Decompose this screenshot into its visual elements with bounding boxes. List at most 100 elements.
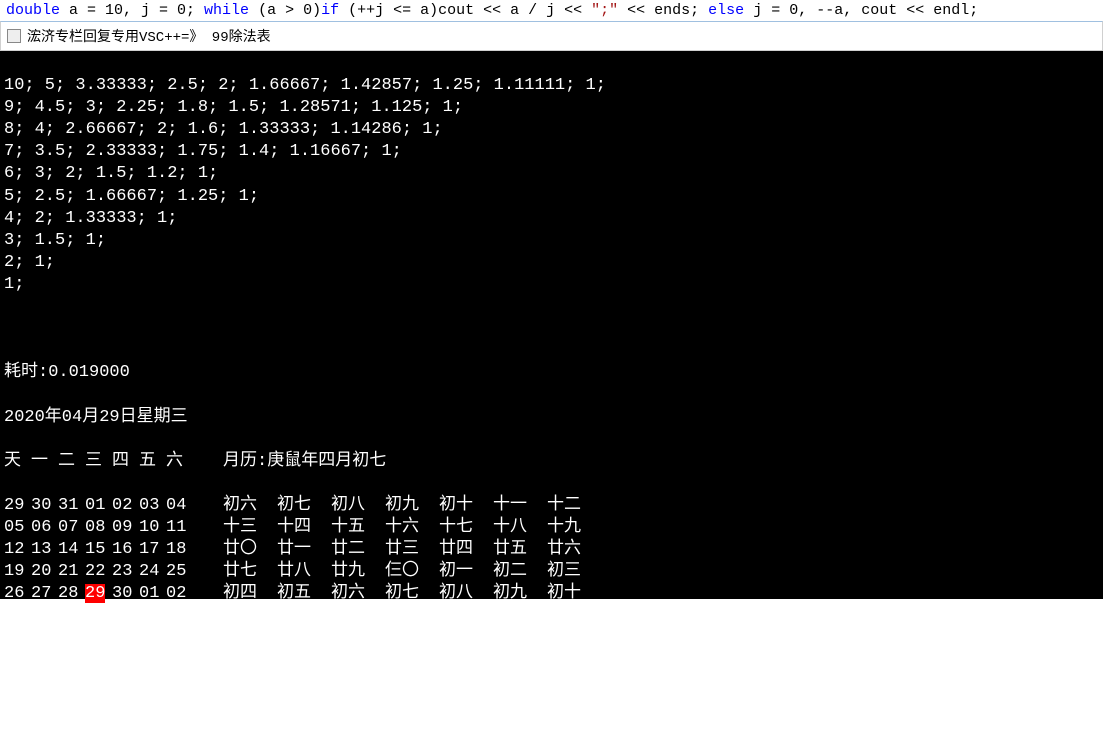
window-title: 浤济专栏回复专用VSC++=》 99除法表: [27, 26, 271, 46]
day-cell: 30: [31, 495, 58, 517]
blank-line: [4, 318, 1099, 340]
day-cell: 17: [139, 539, 166, 561]
calendar-row: 26272829300102初四初五初六初七初八初九初十: [4, 583, 1099, 605]
lunar-cell: 十二: [277, 605, 331, 627]
day-cell: 05: [58, 605, 85, 627]
output-line: 5; 2.5; 1.66667; 1.25; 1;: [4, 186, 1099, 208]
keyword-if: if: [321, 2, 339, 19]
lunar-cell: 十七: [547, 605, 601, 627]
lunar-cell: 十一: [223, 605, 277, 627]
lunar-cell: 初五: [277, 583, 331, 605]
day-cell: 06: [31, 517, 58, 539]
lunar-cell: 十四: [385, 605, 439, 627]
calendar-header: 天一二三四五六月历:庚鼠年四月初七: [4, 451, 1099, 473]
output-line: 8; 4; 2.66667; 2; 1.6; 1.33333; 1.14286;…: [4, 119, 1099, 141]
code-snippet: double a = 10, j = 0; while (a > 0)if (+…: [0, 0, 1103, 21]
lunar-cell: 廿八: [277, 561, 331, 583]
output-line: 7; 3.5; 2.33333; 1.75; 1.4; 1.16667; 1;: [4, 141, 1099, 163]
day-cell: 24: [139, 561, 166, 583]
day-cell: 26: [4, 583, 31, 605]
lunar-cell: 初六: [223, 495, 277, 517]
lunar-cell: 初八: [439, 583, 493, 605]
calendar-row: 12131415161718廿〇廿一廿二廿三廿四廿五廿六: [4, 539, 1099, 561]
calendar-row: 19202122232425廿七廿八廿九仨〇初一初二初三: [4, 561, 1099, 583]
day-cell: 08: [139, 605, 166, 627]
output-line: 6; 3; 2; 1.5; 1.2; 1;: [4, 163, 1099, 185]
lunar-cell: 十六: [385, 517, 439, 539]
lunar-cell: 十一: [493, 495, 547, 517]
calendar-row: 03040506070809十一十二十三十四十五十六十七: [4, 605, 1099, 627]
weekday-cell: 四: [112, 451, 139, 473]
day-cell: 01: [139, 583, 166, 605]
blank-line-2: [4, 650, 1099, 672]
day-cell: 09: [166, 605, 193, 627]
app-icon: [7, 29, 21, 43]
output-line: 2; 1;: [4, 252, 1099, 274]
day-cell: 15: [85, 539, 112, 561]
day-cell: 16: [112, 539, 139, 561]
day-cell: 31: [58, 495, 85, 517]
lunar-cell: 十六: [493, 605, 547, 627]
elapsed-time: 耗时:0.019000: [4, 362, 1099, 384]
day-cell: 08: [85, 517, 112, 539]
day-cell: 21: [58, 561, 85, 583]
lunar-cell: 十二: [547, 495, 601, 517]
day-cell: 03: [139, 495, 166, 517]
day-cell: 10: [139, 517, 166, 539]
day-cell: 04: [166, 495, 193, 517]
press-any-key-prompt: 请按任意键继续. . .: [4, 694, 1099, 716]
lunar-cell: 廿四: [439, 539, 493, 561]
lunar-cell: 十九: [547, 517, 601, 539]
day-cell: 30: [112, 583, 139, 605]
day-cell: 14: [58, 539, 85, 561]
day-cell: 02: [112, 495, 139, 517]
day-cell: 27: [31, 583, 58, 605]
day-cell: 04: [31, 605, 58, 627]
calendar-row: 05060708091011十三十四十五十六十七十八十九: [4, 517, 1099, 539]
day-cell: 29: [4, 495, 31, 517]
lunar-cell: 初八: [331, 495, 385, 517]
lunar-cell: 廿六: [547, 539, 601, 561]
lunar-cell: 廿一: [277, 539, 331, 561]
lunar-cell: 初三: [547, 561, 601, 583]
weekday-cell: 六: [166, 451, 193, 473]
lunar-cell: 十三: [223, 517, 277, 539]
calendar-row: 29303101020304 初六初七初八初九初十十一十二: [4, 495, 1099, 517]
day-cell: 07: [112, 605, 139, 627]
today-highlight: 29: [85, 584, 105, 603]
output-line: 10; 5; 3.33333; 2.5; 2; 1.66667; 1.42857…: [4, 75, 1099, 97]
lunar-cell: 初十: [439, 495, 493, 517]
division-output: 10; 5; 3.33333; 2.5; 2; 1.66667; 1.42857…: [4, 75, 1099, 296]
lunar-cell: 仨〇: [385, 561, 439, 583]
lunar-cell: 十五: [439, 605, 493, 627]
day-cell: 01: [85, 495, 112, 517]
lunar-cell: 廿〇: [223, 539, 277, 561]
weekday-cell: 天: [4, 451, 31, 473]
day-cell: 12: [4, 539, 31, 561]
day-cell: 25: [166, 561, 193, 583]
lunar-header: 月历:庚鼠年四月初七: [223, 452, 386, 471]
day-cell: 29: [85, 583, 112, 605]
weekday-cell: 一: [31, 451, 58, 473]
window-title-bar[interactable]: 浤济专栏回复专用VSC++=》 99除法表: [0, 21, 1103, 51]
weekday-cell: 三: [85, 451, 112, 473]
lunar-cell: 初四: [223, 583, 277, 605]
day-cell: 05: [4, 517, 31, 539]
keyword-else: else: [708, 2, 744, 19]
keyword-double: double: [6, 2, 60, 19]
day-cell: 06: [85, 605, 112, 627]
day-cell: 19: [4, 561, 31, 583]
console-output[interactable]: 10; 5; 3.33333; 2.5; 2; 1.66667; 1.42857…: [0, 51, 1103, 599]
lunar-cell: 初一: [439, 561, 493, 583]
lunar-cell: 十三: [331, 605, 385, 627]
lunar-cell: 初二: [493, 561, 547, 583]
weekday-cell: 五: [139, 451, 166, 473]
lunar-cell: 初六: [331, 583, 385, 605]
lunar-cell: 初七: [277, 495, 331, 517]
lunar-cell: 初九: [385, 495, 439, 517]
lunar-cell: 十四: [277, 517, 331, 539]
cursor: [184, 698, 193, 714]
lunar-cell: 十八: [493, 517, 547, 539]
calendar-body: 29303101020304初六初七初八初九初十十一十二050607080910…: [4, 495, 1099, 628]
output-line: 3; 1.5; 1;: [4, 230, 1099, 252]
